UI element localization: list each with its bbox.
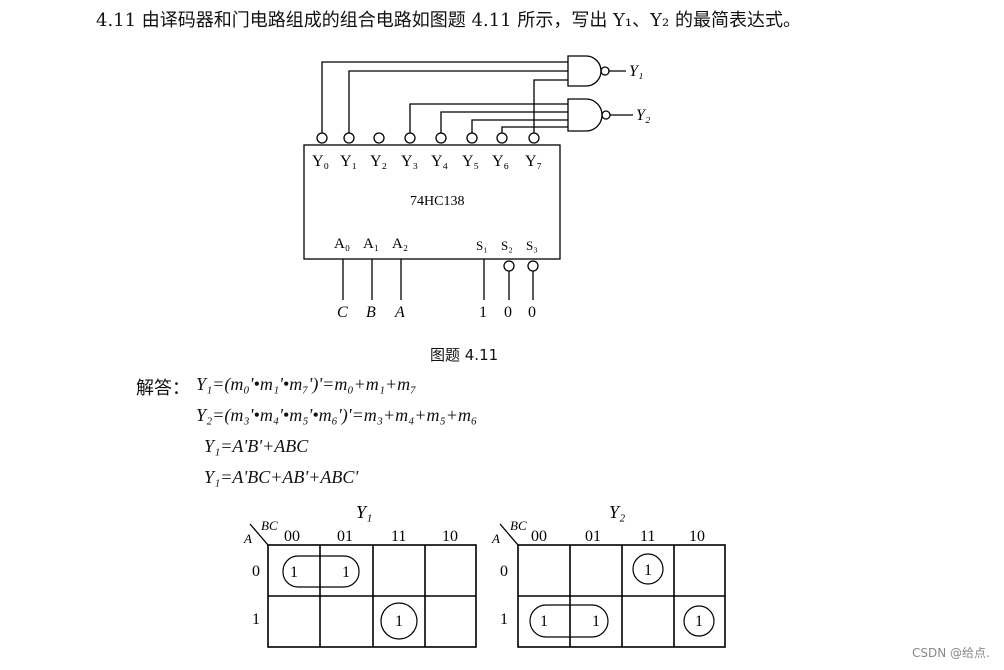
input-label-a0: A₀ — [334, 236, 350, 252]
equation-y2-minterms: Y₂=(m₃'•m₄'•m₅'•m₆')'=m₃+m₄+m₅+m₆ — [196, 405, 478, 425]
kmap-y2-col-label: 01 — [585, 528, 601, 545]
kmap-y2-col-label: 11 — [640, 528, 655, 545]
output-bubble-y2 — [373, 132, 385, 144]
kmap-y2-cell: 1 — [540, 613, 548, 630]
output-bubble-y5 — [466, 132, 478, 144]
output-bubble-y7 — [528, 132, 540, 144]
kmap-y2-cell: 1 — [695, 613, 703, 630]
enable-value-s2: 0 — [504, 304, 512, 321]
kmap-y2-col-label: 00 — [531, 528, 547, 545]
output-label-y3: Y₃ — [401, 153, 418, 170]
enable-label-s2: S₂ — [501, 238, 513, 253]
equation-y2-simplified: Y₁=A'BC+AB'+ABC' — [204, 467, 359, 487]
kmap-y1-row-var: A — [243, 531, 252, 546]
kmap-y2-col-var: BC — [510, 518, 527, 533]
equation-y1-minterms: Y₁=(m₀'•m₁'•m₇')'=m₀+m₁+m₇ — [196, 374, 417, 394]
signal-a: A — [394, 304, 405, 321]
nand-gate-2 — [567, 98, 603, 132]
nand-gate-1-bubble — [600, 66, 610, 76]
nand-gate-2-bubble — [601, 110, 611, 120]
kmap-y1: Y₁ BC A 00 01 11 10 0 1 1 1 1 — [243, 502, 477, 648]
kmap-y2-row-label: 1 — [500, 611, 508, 628]
kmap-y1-cell: 1 — [290, 564, 298, 581]
watermark: CSDN @给点. — [912, 646, 990, 660]
gate2-output-label: Y₂ — [636, 107, 651, 124]
kmap-y1-col-label: 11 — [391, 528, 406, 545]
output-label-y5: Y₅ — [462, 153, 479, 170]
wire-y0-to-gate1 — [321, 61, 568, 133]
kmap-y2-cell: 1 — [592, 613, 600, 630]
signal-b: B — [366, 304, 376, 321]
kmap-y2-row-var: A — [491, 531, 500, 546]
output-label-y0: Y₀ — [312, 153, 329, 170]
circuit-and-kmap-diagram: Y₀ Y₁ Y₂ Y₃ Y₄ Y₅ Y₆ Y₇ 74HC138 A₀ A₁ A₂… — [243, 55, 726, 648]
gate1-output-label: Y₁ — [629, 63, 643, 80]
kmap-y1-col-label: 10 — [442, 528, 458, 545]
wire-y4-to-gate2 — [440, 111, 568, 133]
wire-y3-to-gate2 — [409, 103, 568, 133]
output-label-y6: Y₆ — [492, 153, 509, 170]
output-bubble-y6 — [496, 132, 508, 144]
output-label-y1: Y₁ — [340, 153, 357, 170]
output-bubble-y0 — [316, 132, 328, 144]
kmap-y1-cell: 1 — [342, 564, 350, 581]
enable-bubble-s3 — [527, 260, 539, 272]
kmap-y1-col-label: 00 — [284, 528, 300, 545]
output-bubble-y4 — [435, 132, 447, 144]
nand-gate-1 — [567, 55, 602, 87]
kmap-y1-title: Y₁ — [356, 502, 372, 522]
kmap-y2-col-label: 10 — [689, 528, 705, 545]
enable-value-s3: 0 — [528, 304, 536, 321]
chip-name: 74HC138 — [410, 194, 464, 209]
kmap-y2-cell: 1 — [644, 562, 652, 579]
output-label-y4: Y₄ — [431, 153, 449, 170]
kmap-y2-row-label: 0 — [500, 563, 508, 580]
input-label-a2: A₂ — [392, 236, 408, 252]
kmap-y2-title: Y₂ — [609, 502, 625, 522]
kmap-y1-row-label: 0 — [252, 563, 260, 580]
kmap-y1-col-var: BC — [261, 518, 278, 533]
wire-y7-to-gate1 — [533, 79, 568, 133]
enable-bubble-s2 — [503, 260, 515, 272]
output-label-y7: Y₇ — [525, 153, 542, 170]
kmap-y1-row-label: 1 — [252, 611, 260, 628]
enable-label-s3: S₃ — [526, 238, 538, 253]
kmap-y1-col-label: 01 — [337, 528, 353, 545]
output-bubble-y3 — [404, 132, 416, 144]
signal-c: C — [337, 304, 348, 321]
wire-y6-to-gate2 — [501, 126, 568, 133]
figure-caption: 图题 4.11 — [430, 346, 499, 364]
kmap-y1-cell: 1 — [395, 613, 403, 630]
kmap-y2: Y₂ BC A 00 01 11 10 0 1 1 1 1 1 — [491, 502, 726, 648]
answer-label: 解答： — [136, 378, 190, 399]
enable-value-s1: 1 — [479, 304, 487, 321]
enable-label-s1: S₁ — [476, 238, 488, 253]
equation-y1-simplified: Y₁=A'B'+ABC — [204, 436, 309, 456]
output-label-y2: Y₂ — [370, 153, 387, 170]
input-label-a1: A₁ — [363, 236, 379, 252]
output-bubble-y1 — [343, 132, 355, 144]
